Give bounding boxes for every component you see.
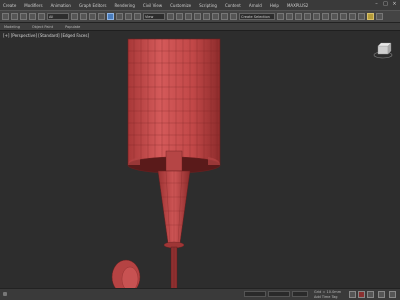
menu-bar: Create Modifiers Animation Graph Editors… — [0, 0, 400, 10]
select-and-place-icon[interactable] — [134, 13, 141, 20]
curve-editor-icon[interactable] — [322, 13, 329, 20]
grid-size-label: Grid = 10.0mm — [314, 290, 342, 294]
snaps-toggle-icon[interactable] — [194, 13, 201, 20]
z-coordinate-field[interactable] — [292, 291, 308, 297]
edit-named-selection-icon[interactable] — [230, 13, 237, 20]
redo-icon[interactable] — [11, 13, 18, 20]
menu-content[interactable]: Content — [225, 3, 241, 8]
named-selection-set-dropdown[interactable]: Create Selection Set — [239, 13, 275, 20]
auto-key-icon[interactable] — [358, 291, 365, 298]
schematic-view-icon[interactable] — [331, 13, 338, 20]
ribbon-tab-populate[interactable]: Populate — [65, 25, 80, 29]
bind-space-warp-icon[interactable] — [38, 13, 45, 20]
render-setup-icon[interactable] — [349, 13, 356, 20]
undo-icon[interactable] — [2, 13, 9, 20]
viewport-canvas[interactable] — [0, 31, 400, 289]
select-by-name-icon[interactable] — [80, 13, 87, 20]
menu-rendering[interactable]: Rendering — [114, 3, 134, 8]
ribbon-toggle-icon[interactable] — [313, 13, 320, 20]
perspective-viewport[interactable]: [+] [Perspective] [Standard] [Edged Face… — [0, 30, 400, 289]
set-key-icon[interactable] — [367, 291, 374, 298]
material-editor-icon[interactable] — [340, 13, 347, 20]
maxscript-listener-icon[interactable] — [3, 292, 7, 296]
maximize-icon[interactable]: □ — [382, 1, 389, 8]
menu-civil-view[interactable]: Civil View — [143, 3, 162, 8]
zoom-extents-icon[interactable] — [378, 291, 385, 298]
menu-create[interactable]: Create — [3, 3, 16, 8]
select-object-icon[interactable] — [71, 13, 78, 20]
render-in-cloud-icon[interactable] — [376, 13, 383, 20]
select-and-rotate-icon[interactable] — [116, 13, 123, 20]
layer-explorer-icon[interactable] — [304, 13, 311, 20]
select-and-move-icon[interactable] — [107, 13, 114, 20]
window-controls: – □ × — [371, 1, 398, 8]
angle-snap-icon[interactable] — [203, 13, 210, 20]
select-and-scale-icon[interactable] — [125, 13, 132, 20]
menu-animation[interactable]: Animation — [51, 3, 71, 8]
menu-help[interactable]: Help — [270, 3, 279, 8]
disc-mesh[interactable] — [111, 259, 141, 289]
add-time-tag-button[interactable]: Add Time Tag — [314, 295, 338, 299]
menu-customize[interactable]: Customize — [170, 3, 191, 8]
rendered-frame-window-icon[interactable] — [358, 13, 365, 20]
main-toolbar: All View Create Selection Set — [0, 10, 400, 23]
status-bar: Grid = 10.0mm Add Time Tag — [0, 288, 400, 300]
align-icon[interactable] — [286, 13, 293, 20]
viewcube-icon[interactable] — [373, 42, 393, 59]
x-coordinate-field[interactable] — [244, 291, 266, 297]
link-icon[interactable] — [20, 13, 27, 20]
percent-snap-icon[interactable] — [212, 13, 219, 20]
select-manipulate-icon[interactable] — [176, 13, 183, 20]
reference-coordinate-dropdown[interactable]: View — [143, 13, 165, 20]
window-crossing-icon[interactable] — [98, 13, 105, 20]
ribbon-tab-modeling[interactable]: Modeling — [4, 25, 20, 29]
menu-scripting[interactable]: Scripting — [199, 3, 217, 8]
unlink-icon[interactable] — [29, 13, 36, 20]
pivot-center-icon[interactable] — [167, 13, 174, 20]
viewport-label[interactable]: [+] [Perspective] [Standard] [Edged Face… — [3, 33, 89, 38]
scene-explorer-icon[interactable] — [295, 13, 302, 20]
mirror-icon[interactable] — [277, 13, 284, 20]
selection-filter-dropdown[interactable]: All — [47, 13, 69, 20]
ribbon-tabs: Modeling Object Paint Populate — [0, 23, 400, 30]
rectangular-selection-icon[interactable] — [89, 13, 96, 20]
key-mode-icon[interactable] — [349, 291, 356, 298]
keyboard-shortcut-override-icon[interactable] — [185, 13, 192, 20]
menu-modifiers[interactable]: Modifiers — [24, 3, 42, 8]
render-production-icon[interactable] — [367, 13, 374, 20]
menu-maxplus2[interactable]: MAXPLUS2 — [287, 3, 308, 8]
nozzle-mesh[interactable] — [157, 150, 191, 289]
spinner-snap-icon[interactable] — [221, 13, 228, 20]
maximize-viewport-icon[interactable] — [389, 291, 396, 298]
ribbon-tab-object-paint[interactable]: Object Paint — [32, 25, 53, 29]
close-icon[interactable]: × — [391, 1, 398, 8]
menu-graph-editors[interactable]: Graph Editors — [79, 3, 106, 8]
menu-arnold[interactable]: Arnold — [249, 3, 262, 8]
minimize-icon[interactable]: – — [373, 1, 380, 8]
y-coordinate-field[interactable] — [268, 291, 290, 297]
